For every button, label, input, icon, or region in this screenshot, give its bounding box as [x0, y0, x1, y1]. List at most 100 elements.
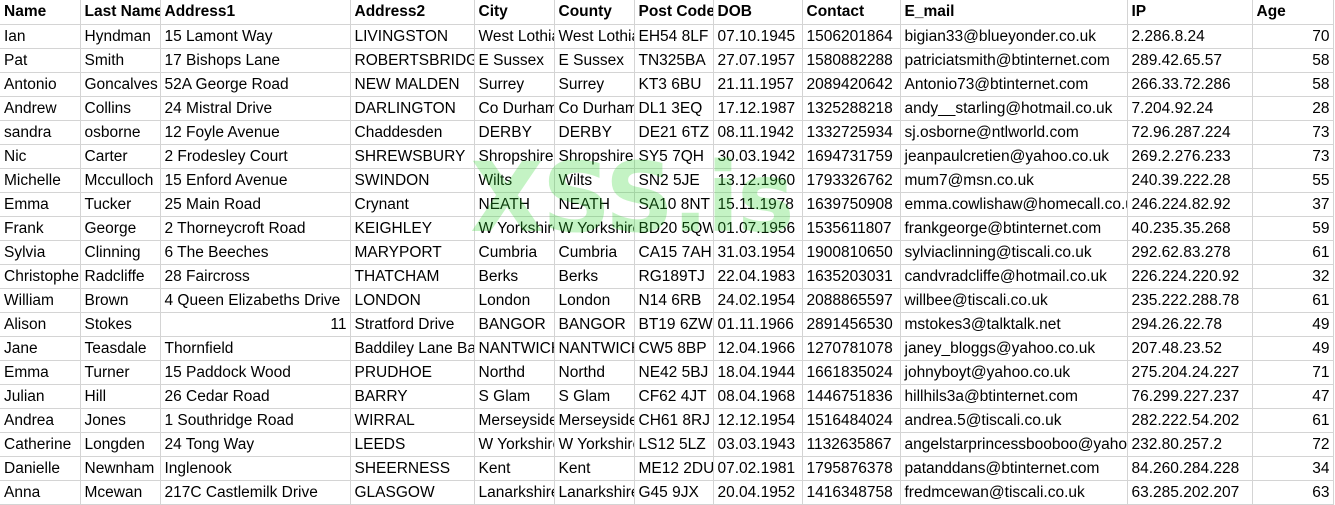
table-cell[interactable]: 26 Cedar Road	[160, 384, 351, 409]
table-cell[interactable]: WIRRAL	[350, 408, 475, 433]
table-cell[interactable]: 59	[1252, 216, 1334, 241]
table-cell[interactable]: 01.11.1966	[713, 312, 803, 337]
table-cell[interactable]: 1661835024	[802, 360, 901, 385]
table-cell[interactable]: CF62 4JT	[634, 384, 714, 409]
table-cell[interactable]: William	[0, 288, 81, 313]
table-cell[interactable]: G45 9JX	[634, 480, 714, 505]
table-cell[interactable]: 52A George Road	[160, 72, 351, 97]
column-header[interactable]: Contact	[802, 0, 901, 25]
table-cell[interactable]: S Glam	[474, 384, 555, 409]
table-cell[interactable]: janey_bloggs@yahoo.co.uk	[900, 336, 1128, 361]
table-cell[interactable]: 1270781078	[802, 336, 901, 361]
table-cell[interactable]: W Yorkshire	[554, 216, 635, 241]
table-cell[interactable]: Wilts	[474, 168, 555, 193]
table-cell[interactable]: DARLINGTON	[350, 96, 475, 121]
table-cell[interactable]: 17.12.1987	[713, 96, 803, 121]
table-cell[interactable]: Inglenook	[160, 456, 351, 481]
table-cell[interactable]: Danielle	[0, 456, 81, 481]
table-cell[interactable]: hillhils3a@btinternet.com	[900, 384, 1128, 409]
table-cell[interactable]: KEIGHLEY	[350, 216, 475, 241]
table-cell[interactable]: Stratford Drive	[350, 312, 475, 337]
column-header[interactable]: DOB	[713, 0, 803, 25]
table-cell[interactable]: 1 Southridge Road	[160, 408, 351, 433]
table-cell[interactable]: Tucker	[80, 192, 161, 217]
table-cell[interactable]: LEEDS	[350, 432, 475, 457]
table-cell[interactable]: 1325288218	[802, 96, 901, 121]
table-cell[interactable]: SY5 7QH	[634, 144, 714, 169]
column-header[interactable]: Address2	[350, 0, 475, 25]
table-cell[interactable]: Shropshire	[474, 144, 555, 169]
table-cell[interactable]: 1795876378	[802, 456, 901, 481]
table-cell[interactable]: EH54 8LF	[634, 24, 714, 49]
table-cell[interactable]: 217C Castlemilk Drive	[160, 480, 351, 505]
table-cell[interactable]: 34	[1252, 456, 1334, 481]
table-cell[interactable]: 49	[1252, 312, 1334, 337]
table-cell[interactable]: RG189TJ	[634, 264, 714, 289]
table-cell[interactable]: frankgeorge@btinternet.com	[900, 216, 1128, 241]
table-cell[interactable]: DERBY	[554, 120, 635, 145]
table-cell[interactable]: 294.26.22.78	[1127, 312, 1253, 337]
table-cell[interactable]: Andrea	[0, 408, 81, 433]
table-cell[interactable]: W Yorkshire	[474, 432, 555, 457]
table-cell[interactable]: 20.04.1952	[713, 480, 803, 505]
table-cell[interactable]: mum7@msn.co.uk	[900, 168, 1128, 193]
table-cell[interactable]: 07.02.1981	[713, 456, 803, 481]
table-cell[interactable]: 15 Lamont Way	[160, 24, 351, 49]
table-cell[interactable]: angelstarprincessbooboo@yahoo.co.uk	[900, 432, 1128, 457]
table-cell[interactable]: Clinning	[80, 240, 161, 265]
table-cell[interactable]: 266.33.72.286	[1127, 72, 1253, 97]
table-cell[interactable]: Nic	[0, 144, 81, 169]
table-cell[interactable]: 1446751836	[802, 384, 901, 409]
table-cell[interactable]: 24 Tong Way	[160, 432, 351, 457]
table-cell[interactable]: West Lothian	[554, 24, 635, 49]
table-cell[interactable]: candvradcliffe@hotmail.co.uk	[900, 264, 1128, 289]
table-cell[interactable]: SA10 8NT	[634, 192, 714, 217]
table-cell[interactable]: osborne	[80, 120, 161, 145]
table-cell[interactable]: johnyboyt@yahoo.co.uk	[900, 360, 1128, 385]
table-cell[interactable]: 61	[1252, 288, 1334, 313]
table-cell[interactable]: Co Durham	[554, 96, 635, 121]
table-cell[interactable]: 76.299.227.237	[1127, 384, 1253, 409]
table-cell[interactable]: 49	[1252, 336, 1334, 361]
table-cell[interactable]: 30.03.1942	[713, 144, 803, 169]
table-cell[interactable]: Northd	[554, 360, 635, 385]
table-cell[interactable]: Cumbria	[554, 240, 635, 265]
table-cell[interactable]: 61	[1252, 240, 1334, 265]
table-cell[interactable]: ME12 2DU	[634, 456, 714, 481]
table-cell[interactable]: 07.10.1945	[713, 24, 803, 49]
table-cell[interactable]: LONDON	[350, 288, 475, 313]
table-cell[interactable]: 1580882288	[802, 48, 901, 73]
table-cell[interactable]: Stokes	[80, 312, 161, 337]
table-cell[interactable]: 11	[160, 312, 351, 337]
table-cell[interactable]: patriciatsmith@btinternet.com	[900, 48, 1128, 73]
table-cell[interactable]: Radcliffe	[80, 264, 161, 289]
column-header[interactable]: IP	[1127, 0, 1253, 25]
table-cell[interactable]: SHREWSBURY	[350, 144, 475, 169]
table-cell[interactable]: Ian	[0, 24, 81, 49]
table-cell[interactable]: West Lothian	[474, 24, 555, 49]
table-cell[interactable]: BARRY	[350, 384, 475, 409]
table-cell[interactable]: E Sussex	[474, 48, 555, 73]
table-cell[interactable]: ROBERTSBRIDGE	[350, 48, 475, 73]
table-cell[interactable]: Goncalves	[80, 72, 161, 97]
table-cell[interactable]: BANGOR	[554, 312, 635, 337]
table-cell[interactable]: 58	[1252, 72, 1334, 97]
column-header[interactable]: Address1	[160, 0, 351, 25]
table-cell[interactable]: 2891456530	[802, 312, 901, 337]
table-cell[interactable]: TN325BA	[634, 48, 714, 73]
table-cell[interactable]: 84.260.284.228	[1127, 456, 1253, 481]
table-cell[interactable]: Merseyside	[554, 408, 635, 433]
table-cell[interactable]: E Sussex	[554, 48, 635, 73]
table-cell[interactable]: 61	[1252, 408, 1334, 433]
table-cell[interactable]: 4 Queen Elizabeths Drive	[160, 288, 351, 313]
table-cell[interactable]: George	[80, 216, 161, 241]
table-cell[interactable]: BD20 5QW	[634, 216, 714, 241]
table-cell[interactable]: 31.03.1954	[713, 240, 803, 265]
table-cell[interactable]: Anna	[0, 480, 81, 505]
table-cell[interactable]: Longden	[80, 432, 161, 457]
table-cell[interactable]: 55	[1252, 168, 1334, 193]
table-cell[interactable]: Berks	[554, 264, 635, 289]
table-cell[interactable]: Frank	[0, 216, 81, 241]
table-cell[interactable]: Sylvia	[0, 240, 81, 265]
table-cell[interactable]: 15 Enford Avenue	[160, 168, 351, 193]
